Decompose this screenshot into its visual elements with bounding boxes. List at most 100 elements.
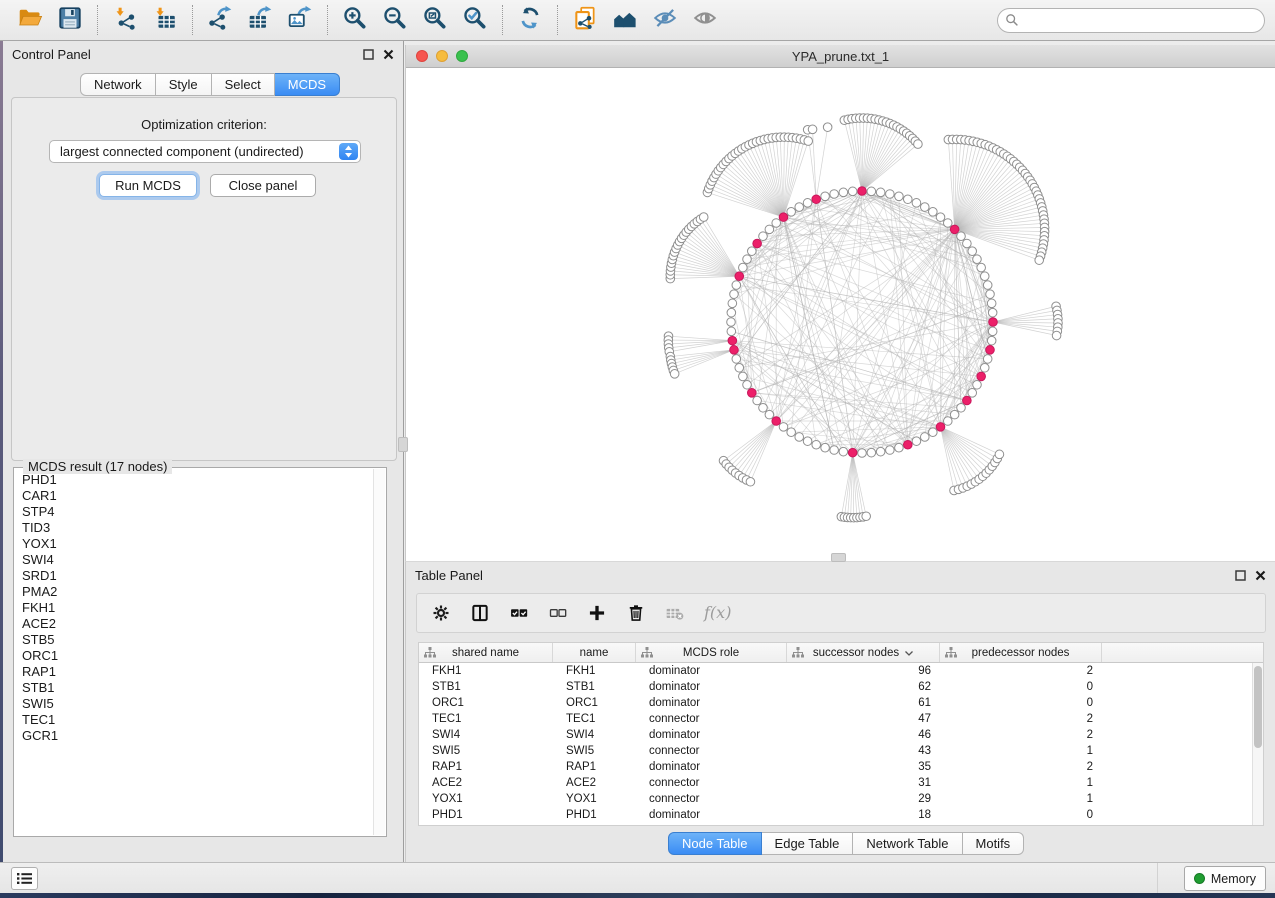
criterion-dropdown[interactable]: largest connected component (undirected) xyxy=(49,140,361,163)
cell-MCDS-role[interactable]: dominator xyxy=(636,807,787,823)
network-node[interactable] xyxy=(876,188,885,197)
cell-shared-name[interactable]: YOX1 xyxy=(419,791,553,807)
mcds-node[interactable] xyxy=(812,195,821,204)
network-node[interactable] xyxy=(988,308,997,317)
table-row[interactable]: STB1STB1dominator620 xyxy=(419,679,1263,695)
network-node[interactable] xyxy=(739,372,748,381)
network-node[interactable] xyxy=(912,199,921,208)
cell-MCDS-role[interactable]: connector xyxy=(636,791,787,807)
cell-name[interactable]: RAP1 xyxy=(553,759,636,775)
cell-predecessor-nodes[interactable]: 0 xyxy=(940,679,1102,695)
network-node[interactable] xyxy=(895,192,904,201)
mcds-node[interactable] xyxy=(903,440,912,449)
cell-successor-nodes[interactable]: 29 xyxy=(787,791,940,807)
network-node[interactable] xyxy=(730,290,739,299)
import-table-button[interactable] xyxy=(145,4,185,36)
network-node[interactable] xyxy=(950,410,959,419)
deselect-all-button[interactable] xyxy=(548,603,568,623)
mcds-result-item[interactable]: PMA2 xyxy=(14,584,373,600)
network-view[interactable] xyxy=(406,68,1275,561)
network-node[interactable] xyxy=(983,355,992,364)
cell-successor-nodes[interactable]: 62 xyxy=(787,679,940,695)
network-node[interactable] xyxy=(912,437,921,446)
cell-predecessor-nodes[interactable]: 2 xyxy=(940,711,1102,727)
mcds-node[interactable] xyxy=(977,372,986,381)
network-node[interactable] xyxy=(957,403,966,412)
cell-successor-nodes[interactable]: 47 xyxy=(787,711,940,727)
table-scrollbar[interactable] xyxy=(1252,663,1263,825)
export-network-button[interactable] xyxy=(200,4,240,36)
close-panel-button[interactable]: Close panel xyxy=(210,174,316,197)
home-button[interactable] xyxy=(605,4,645,36)
network-node[interactable] xyxy=(759,403,768,412)
table-row[interactable]: ORC1ORC1dominator610 xyxy=(419,695,1263,711)
table-row[interactable]: TEC1TEC1connector472 xyxy=(419,711,1263,727)
network-node[interactable] xyxy=(920,203,929,212)
tab-edge-table[interactable]: Edge Table xyxy=(762,832,854,855)
network-node[interactable] xyxy=(830,446,839,455)
network-node[interactable] xyxy=(735,363,744,372)
network-node[interactable] xyxy=(973,380,982,389)
cell-shared-name[interactable]: SWI4 xyxy=(419,727,553,743)
network-node[interactable] xyxy=(983,281,992,290)
network-node[interactable] xyxy=(848,187,857,196)
network-node[interactable] xyxy=(699,213,708,222)
refresh-button[interactable] xyxy=(510,4,550,36)
tab-select[interactable]: Select xyxy=(212,73,275,96)
mcds-result-item[interactable]: SWI4 xyxy=(14,552,373,568)
network-node[interactable] xyxy=(728,299,737,308)
network-node[interactable] xyxy=(804,137,813,146)
cell-MCDS-role[interactable]: connector xyxy=(636,775,787,791)
cell-shared-name[interactable]: FKH1 xyxy=(419,663,553,679)
mcds-result-item[interactable]: YOX1 xyxy=(14,536,373,552)
tab-motifs[interactable]: Motifs xyxy=(963,832,1025,855)
network-node[interactable] xyxy=(867,448,876,457)
cell-predecessor-nodes[interactable]: 0 xyxy=(940,807,1102,823)
table-row[interactable]: SWI5SWI5connector431 xyxy=(419,743,1263,759)
network-node[interactable] xyxy=(821,443,830,452)
mcds-result-item[interactable]: ACE2 xyxy=(14,616,373,632)
mcds-result-item[interactable]: STB5 xyxy=(14,632,373,648)
cell-predecessor-nodes[interactable]: 2 xyxy=(940,727,1102,743)
close-table-panel-icon[interactable] xyxy=(1255,570,1266,581)
network-node[interactable] xyxy=(914,140,923,149)
tab-mcds[interactable]: MCDS xyxy=(275,73,340,96)
network-node[interactable] xyxy=(727,308,736,317)
network-node[interactable] xyxy=(995,450,1004,459)
network-node[interactable] xyxy=(886,446,895,455)
network-node[interactable] xyxy=(963,239,972,248)
mcds-result-item[interactable]: RAP1 xyxy=(14,664,373,680)
cell-successor-nodes[interactable]: 43 xyxy=(787,743,940,759)
cell-MCDS-role[interactable]: dominator xyxy=(636,759,787,775)
mcds-result-item[interactable]: ORC1 xyxy=(14,648,373,664)
zoom-out-button[interactable] xyxy=(375,4,415,36)
cell-predecessor-nodes[interactable]: 0 xyxy=(940,695,1102,711)
mcds-result-item[interactable]: STP4 xyxy=(14,504,373,520)
cell-MCDS-role[interactable]: dominator xyxy=(636,695,787,711)
network-node[interactable] xyxy=(743,255,752,264)
network-node[interactable] xyxy=(986,290,995,299)
settings-button[interactable] xyxy=(431,603,451,623)
mcds-result-item[interactable]: PHD1 xyxy=(14,472,373,488)
mcds-node[interactable] xyxy=(986,346,995,355)
mcds-node[interactable] xyxy=(772,417,781,426)
network-node[interactable] xyxy=(943,417,952,426)
network-node[interactable] xyxy=(821,192,830,201)
search-box[interactable] xyxy=(997,8,1265,33)
mcds-result-item[interactable]: CAR1 xyxy=(14,488,373,504)
column-header-predecessor-nodes[interactable]: predecessor nodes xyxy=(940,643,1102,662)
cell-successor-nodes[interactable]: 18 xyxy=(787,807,940,823)
network-node[interactable] xyxy=(839,188,848,197)
cell-name[interactable]: FKH1 xyxy=(553,663,636,679)
cell-MCDS-role[interactable]: connector xyxy=(636,711,787,727)
columns-button[interactable] xyxy=(470,603,490,623)
cell-MCDS-role[interactable]: dominator xyxy=(636,679,787,695)
network-node[interactable] xyxy=(779,423,788,432)
table-scrollbar-thumb[interactable] xyxy=(1254,666,1262,748)
cell-shared-name[interactable]: SWI5 xyxy=(419,743,553,759)
network-node[interactable] xyxy=(988,327,997,336)
zoom-in-button[interactable] xyxy=(335,4,375,36)
mcds-node[interactable] xyxy=(779,213,788,222)
network-node[interactable] xyxy=(765,410,774,419)
network-node[interactable] xyxy=(772,219,781,228)
